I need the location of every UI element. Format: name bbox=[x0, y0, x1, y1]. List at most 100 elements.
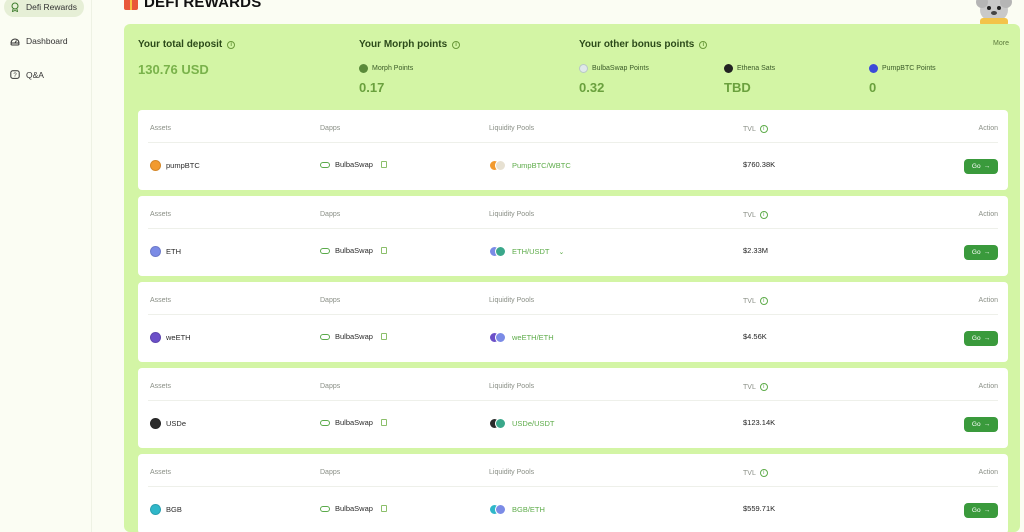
pool-pair-icon bbox=[489, 246, 507, 257]
info-icon[interactable]: i bbox=[759, 469, 768, 477]
go-button-label: Go bbox=[971, 421, 981, 428]
ethena-sats-value: TBD bbox=[724, 80, 751, 95]
copy-icon[interactable] bbox=[380, 419, 387, 426]
dapps-header: Dapps bbox=[320, 383, 341, 390]
asset-coin-icon bbox=[150, 504, 161, 515]
bulbaswap-points-label: BulbaSwap Points bbox=[592, 65, 649, 72]
total-deposit-label-text: Your total deposit bbox=[138, 39, 223, 50]
info-icon[interactable]: i bbox=[699, 40, 708, 49]
morph-points-label-text: Your Morph points bbox=[359, 39, 448, 50]
divider bbox=[148, 486, 998, 487]
tvl-cell: $559.71K bbox=[743, 504, 775, 513]
info-icon[interactable]: i bbox=[759, 383, 768, 391]
tvl-value: $559.71K bbox=[743, 504, 776, 513]
go-button[interactable]: Go → bbox=[964, 503, 998, 518]
divider bbox=[148, 142, 998, 143]
go-button-label: Go bbox=[971, 335, 981, 342]
divider bbox=[148, 400, 998, 401]
question-icon: ? bbox=[10, 70, 20, 80]
pool-card: Assets Dapps Liquidity Pools TVL i Actio… bbox=[138, 282, 1008, 362]
morph-points-sub-label: Morph Points bbox=[372, 65, 414, 72]
sidebar-item-dashboard[interactable]: Dashboard bbox=[4, 31, 74, 51]
info-icon[interactable]: i bbox=[452, 40, 461, 49]
tvl-header-label: TVL bbox=[743, 383, 756, 391]
asset-cell: BGB bbox=[150, 504, 182, 515]
go-button[interactable]: Go → bbox=[964, 331, 998, 346]
page-header: DEFI REWARDS bbox=[124, 0, 261, 11]
dapp-name[interactable]: BulbaSwap bbox=[335, 246, 373, 255]
pool-link[interactable]: PumpBTC/WBTC bbox=[512, 161, 571, 170]
pool-link[interactable]: USDe/USDT bbox=[512, 419, 555, 428]
tvl-header: TVL i bbox=[743, 297, 768, 305]
divider bbox=[148, 228, 998, 229]
pool-cell: weETH/ETH bbox=[489, 332, 554, 343]
dapp-cell: BulbaSwap bbox=[320, 332, 387, 341]
tvl-cell: $123.14K bbox=[743, 418, 775, 427]
asset-name: pumpBTC bbox=[166, 161, 200, 170]
copy-icon[interactable] bbox=[380, 505, 387, 512]
divider bbox=[148, 314, 998, 315]
bulbaswap-points: BulbaSwap Points bbox=[579, 64, 649, 73]
bonus-points-label: Your other bonus points i bbox=[579, 39, 708, 50]
total-deposit-value: 130.76 USD bbox=[138, 62, 209, 77]
pumpbtc-logo-icon bbox=[869, 64, 878, 73]
info-icon[interactable]: i bbox=[759, 125, 768, 133]
bulbaswap-points-value: 0.32 bbox=[579, 80, 605, 95]
go-button-label: Go bbox=[971, 249, 981, 256]
more-link[interactable]: More bbox=[993, 40, 1009, 47]
link-icon bbox=[320, 419, 330, 426]
dapp-cell: BulbaSwap bbox=[320, 504, 387, 513]
sidebar: Defi Rewards Dashboard ? Q&A bbox=[0, 0, 92, 532]
action-header: Action bbox=[978, 297, 998, 304]
assets-header: Assets bbox=[150, 297, 172, 304]
dapp-name[interactable]: BulbaSwap bbox=[335, 418, 373, 427]
chevron-down-icon[interactable]: ⌄ bbox=[559, 248, 565, 256]
pool-pair-icon bbox=[489, 504, 507, 515]
pools-header: Liquidity Pools bbox=[489, 383, 535, 390]
link-icon bbox=[320, 161, 330, 168]
dapps-header: Dapps bbox=[320, 469, 341, 476]
ethena-logo-icon bbox=[724, 64, 733, 73]
dapp-name[interactable]: BulbaSwap bbox=[335, 160, 373, 169]
ethena-sats: Ethena Sats bbox=[724, 64, 775, 73]
tvl-cell: $2.33M bbox=[743, 246, 768, 255]
copy-icon[interactable] bbox=[380, 161, 387, 168]
sidebar-item-qa[interactable]: ? Q&A bbox=[4, 65, 50, 85]
go-button[interactable]: Go → bbox=[964, 159, 998, 174]
asset-name: BGB bbox=[166, 505, 182, 514]
pool-cell: BGB/ETH bbox=[489, 504, 545, 515]
pool-link[interactable]: ETH/USDT bbox=[512, 247, 550, 256]
info-icon[interactable]: i bbox=[759, 211, 768, 219]
tvl-value: $2.33M bbox=[743, 246, 769, 255]
link-icon bbox=[320, 505, 330, 512]
arrow-right-icon: → bbox=[983, 335, 991, 342]
asset-name: USDe bbox=[166, 419, 187, 428]
dapp-name[interactable]: BulbaSwap bbox=[335, 332, 373, 341]
copy-icon[interactable] bbox=[380, 333, 387, 340]
sidebar-item-defi-rewards[interactable]: Defi Rewards bbox=[4, 0, 84, 17]
pool-link[interactable]: BGB/ETH bbox=[512, 505, 545, 514]
copy-icon[interactable] bbox=[380, 247, 387, 254]
dashboard-icon bbox=[10, 36, 20, 46]
tvl-value: $760.38K bbox=[743, 160, 776, 169]
page-title: DEFI REWARDS bbox=[144, 0, 262, 11]
asset-coin-icon bbox=[150, 246, 161, 257]
morph-points-label: Your Morph points i bbox=[359, 39, 461, 50]
bulbaswap-logo-icon bbox=[579, 64, 588, 73]
dapp-name[interactable]: BulbaSwap bbox=[335, 504, 373, 513]
medal-icon bbox=[10, 2, 20, 12]
tvl-header-label: TVL bbox=[743, 469, 756, 477]
pool-link[interactable]: weETH/ETH bbox=[512, 333, 554, 342]
pool-pair-icon bbox=[489, 160, 507, 171]
tvl-header: TVL i bbox=[743, 211, 768, 219]
sidebar-item-label: Dashboard bbox=[26, 36, 68, 46]
rewards-panel: Your total deposit i 130.76 USD Your Mor… bbox=[124, 24, 1020, 532]
tvl-value: $123.14K bbox=[743, 418, 776, 427]
info-icon[interactable]: i bbox=[759, 297, 768, 305]
points-summary: Your total deposit i 130.76 USD Your Mor… bbox=[124, 24, 1020, 110]
assets-header: Assets bbox=[150, 469, 172, 476]
go-button[interactable]: Go → bbox=[964, 417, 998, 432]
go-button[interactable]: Go → bbox=[964, 245, 998, 260]
info-icon[interactable]: i bbox=[227, 40, 236, 49]
morph-points-value: 0.17 bbox=[359, 80, 385, 95]
